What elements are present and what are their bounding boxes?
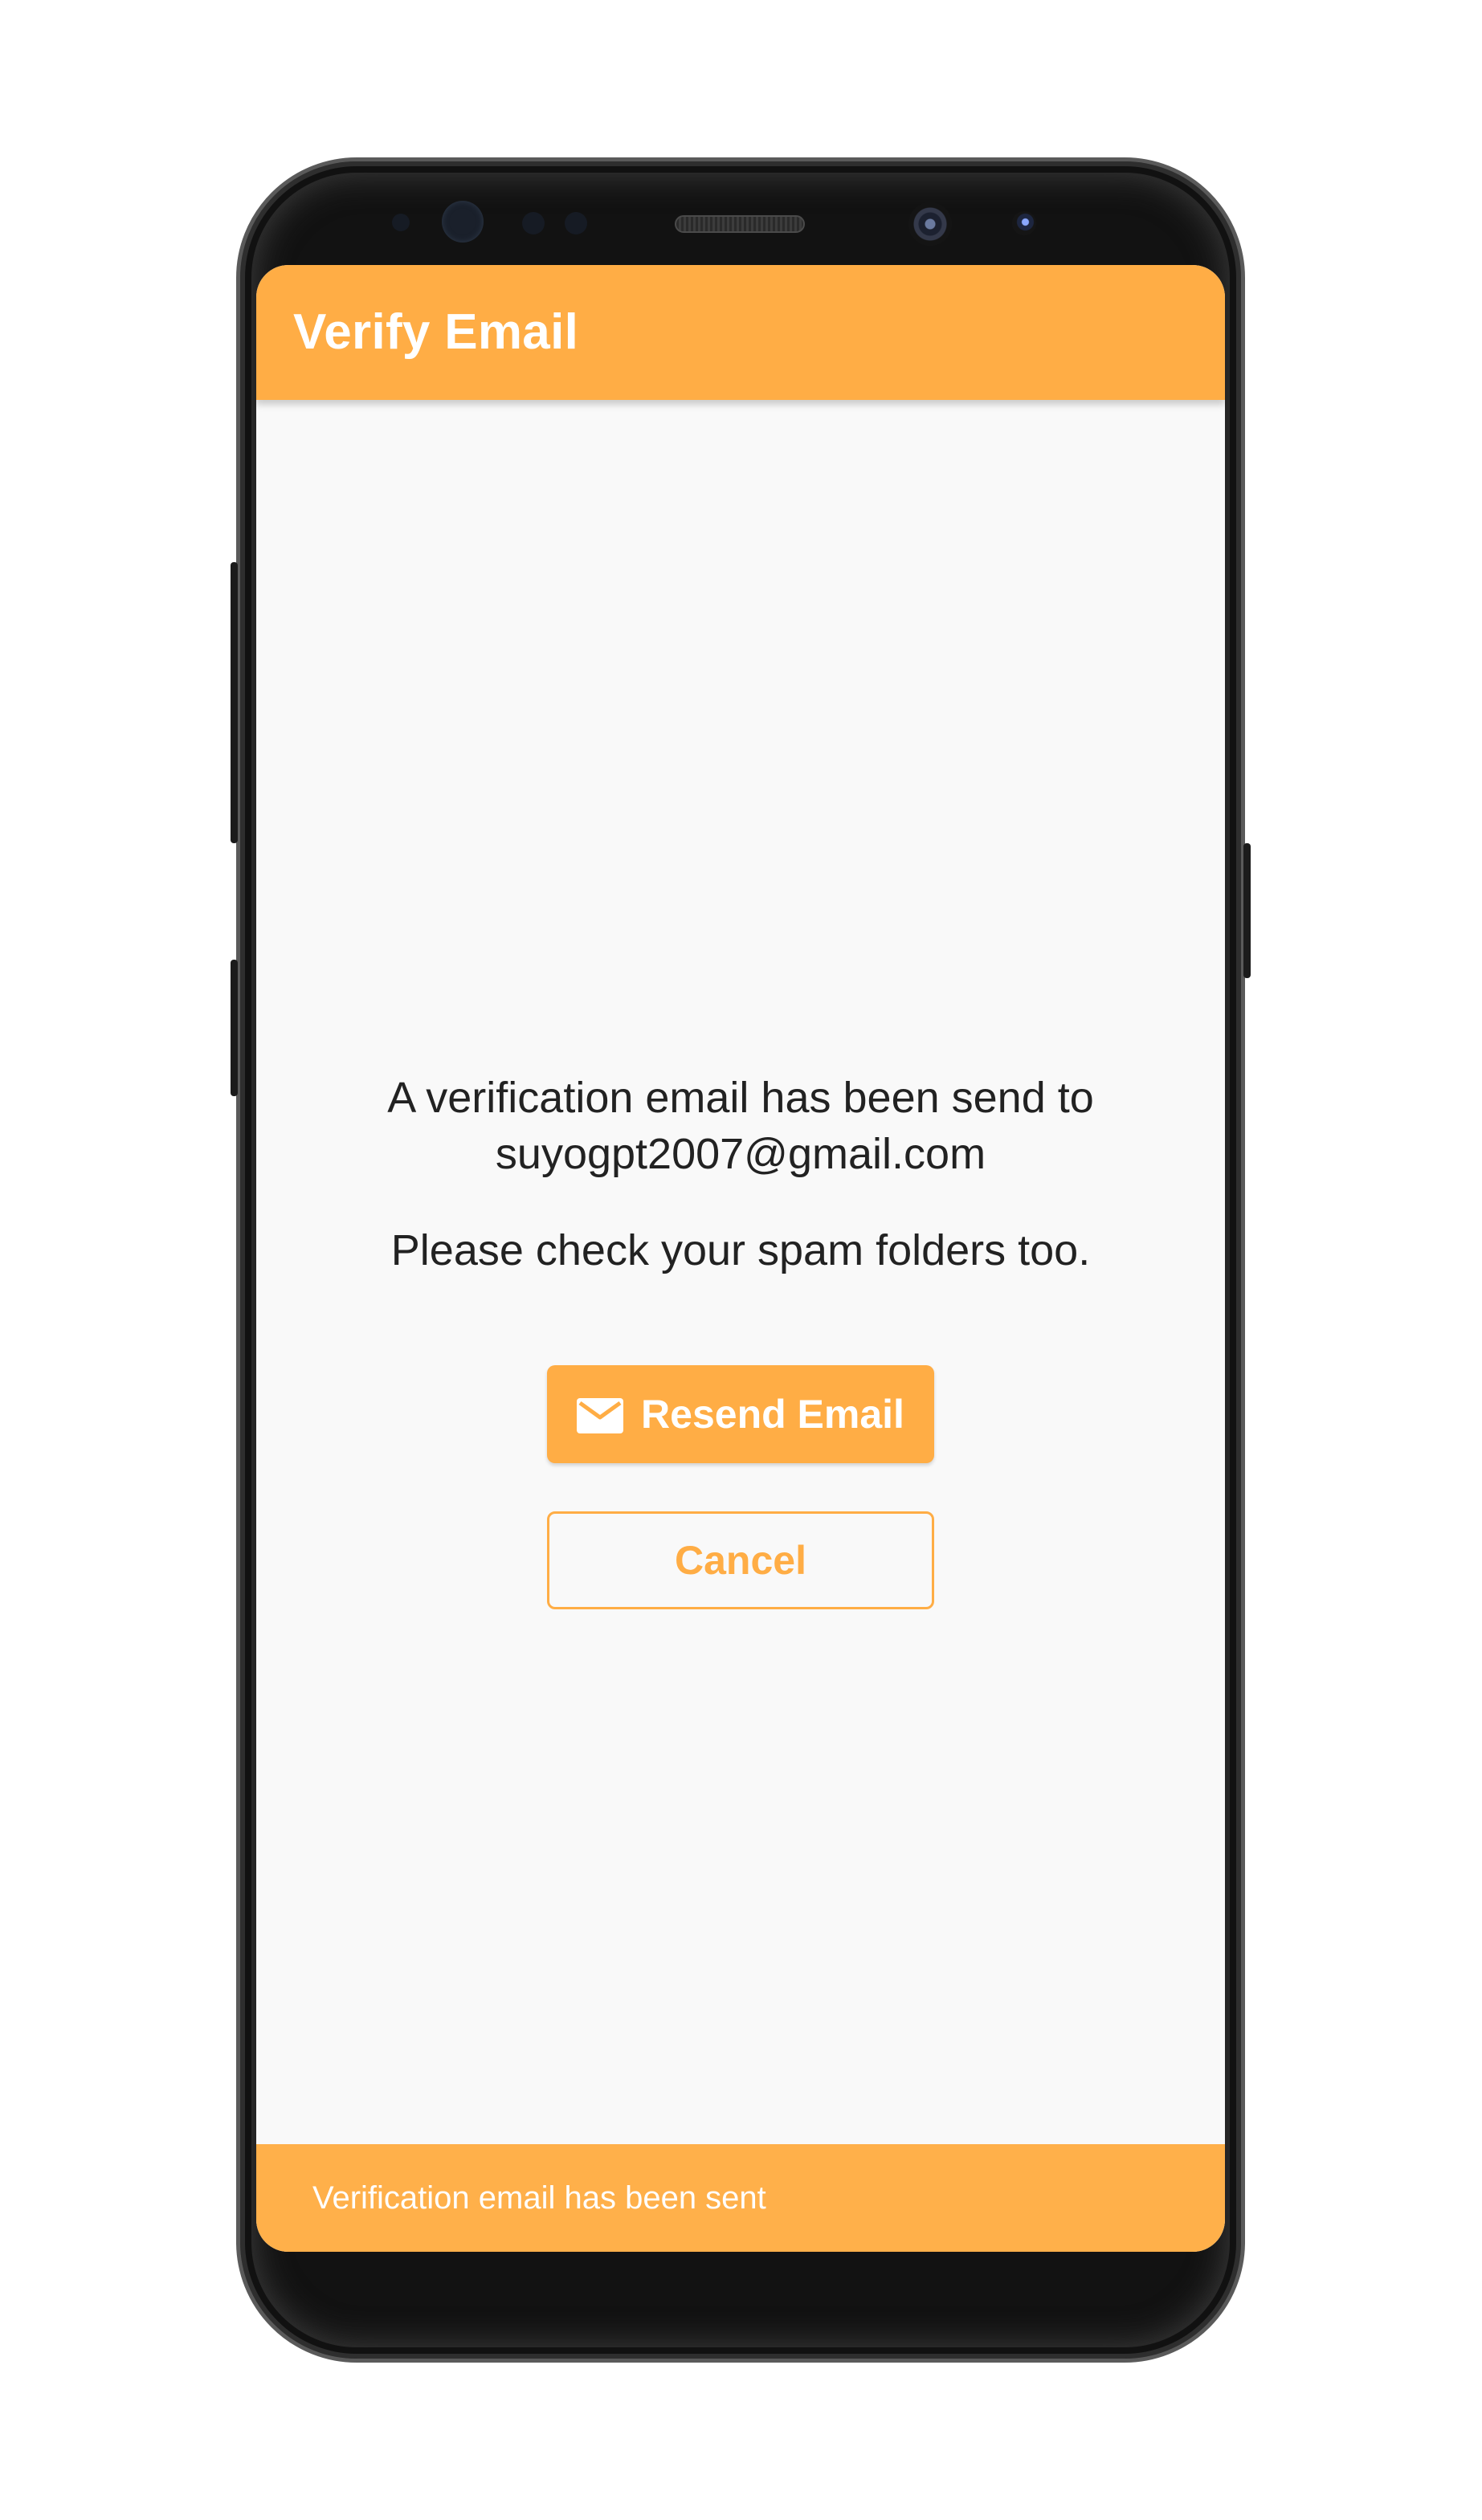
snackbar-message: Verification email has been sent (312, 2180, 766, 2216)
resend-email-button[interactable]: Resend Email (547, 1365, 934, 1463)
cancel-label: Cancel (675, 1538, 806, 1583)
assistant-button (231, 960, 238, 1096)
volume-button (231, 562, 238, 843)
page-title: Verify Email (293, 304, 579, 360)
email-address: suyogpt2007@gmail.com (495, 1130, 986, 1178)
verification-message: A verification email has been send to su… (256, 1070, 1225, 1278)
cancel-button[interactable]: Cancel (547, 1511, 934, 1609)
message-text: A verification email has been send to (387, 1074, 1094, 1122)
proximity-sensor (392, 214, 410, 231)
front-camera (908, 202, 952, 246)
snackbar: Verification email has been sent (256, 2144, 1225, 2252)
spam-note: Please check your spam folders too. (390, 1226, 1091, 1274)
earpiece-speaker (675, 215, 805, 233)
app-bar: Verify Email (256, 265, 1225, 400)
iris-sensor (442, 201, 484, 243)
resend-email-label: Resend Email (641, 1392, 904, 1437)
power-button (1243, 843, 1251, 978)
app-screen: Verify Email A verification email has be… (256, 265, 1225, 2252)
light-sensor (522, 212, 545, 234)
light-sensor (565, 212, 587, 234)
iris-camera (1012, 211, 1036, 235)
mail-icon (577, 1397, 624, 1433)
